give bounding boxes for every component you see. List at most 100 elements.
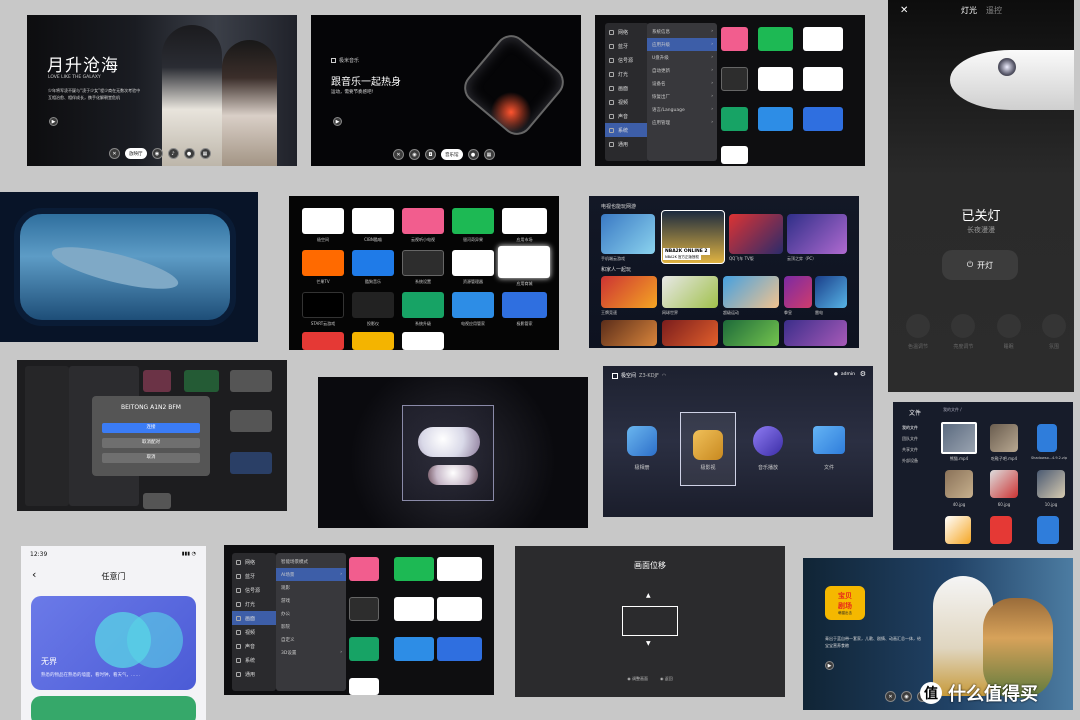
app-iqiyi-icon[interactable] — [758, 27, 793, 51]
app-settings-icon[interactable] — [402, 250, 444, 276]
close-icon[interactable]: ✕ — [900, 5, 908, 16]
file-thumb[interactable] — [945, 516, 971, 544]
shuffle-icon[interactable]: ✕ — [885, 691, 896, 702]
unpair-button[interactable]: 取消配对 — [102, 438, 200, 448]
launcher-item-files[interactable] — [813, 426, 845, 454]
app-files-icon[interactable] — [394, 597, 434, 621]
files-nav-external[interactable]: 外部设备 — [897, 455, 937, 466]
shuffle-icon[interactable]: ✕ — [393, 149, 404, 160]
launcher-item-photos[interactable] — [627, 426, 657, 456]
submenu-app-upgrade[interactable]: 应用升级 › — [647, 38, 717, 51]
play-icon[interactable]: ▶ — [49, 117, 58, 126]
app-jikongjian-icon[interactable] — [302, 208, 344, 234]
app-start-icon[interactable] — [302, 292, 344, 318]
game-tile[interactable] — [662, 320, 718, 346]
app-shield-icon[interactable] — [437, 637, 482, 661]
app-wps-icon[interactable] — [349, 678, 379, 695]
game-tile[interactable] — [729, 214, 783, 254]
launcher-item-music[interactable] — [753, 426, 783, 456]
lamp-control-brightness[interactable]: 亮度调节 — [951, 314, 976, 350]
grid-icon[interactable]: ▦ — [483, 149, 495, 160]
settings-item-network[interactable]: 网络 — [232, 555, 276, 569]
gear-icon[interactable]: ⚙ — [860, 370, 866, 378]
app-cibn-icon[interactable] — [352, 208, 394, 234]
game-tile[interactable] — [601, 276, 657, 308]
camera-icon[interactable]: ◘ — [425, 149, 436, 160]
settings-item-sound[interactable]: 声音 — [605, 109, 649, 123]
file-thumb[interactable] — [990, 424, 1018, 452]
files-nav-team[interactable]: 团队文件 — [897, 433, 937, 444]
app-yellow-icon[interactable] — [352, 332, 394, 350]
app-files-icon[interactable] — [452, 250, 494, 276]
submenu-3d[interactable]: 3D设置 › — [276, 646, 346, 659]
shuffle-icon[interactable]: ✕ — [109, 148, 120, 159]
app-playstore-icon[interactable] — [437, 557, 482, 581]
settings-item-picture[interactable]: 画面 — [232, 611, 276, 625]
cinema-pill[interactable]: 放映厅 — [125, 148, 147, 159]
app-upgrade-icon[interactable] — [349, 637, 379, 661]
arrow-down-icon[interactable]: ▼ — [646, 640, 651, 647]
boundless-card[interactable]: 无界 熟悉的物品在熟悉的墙面，看时钟，看天气，…… — [31, 596, 196, 690]
game-tile[interactable] — [784, 276, 812, 308]
file-thumb[interactable] — [945, 470, 973, 498]
video-file-icon[interactable] — [1037, 516, 1059, 544]
settings-item-video[interactable]: 视频 — [605, 95, 649, 109]
record-icon[interactable]: ◉ — [901, 691, 912, 702]
submenu-auto-update[interactable]: 自动更新 › — [647, 64, 717, 77]
app-shield-icon[interactable] — [502, 292, 547, 318]
app-iqiyi-icon[interactable] — [394, 557, 434, 581]
app-shield-icon[interactable] — [803, 107, 843, 131]
app-files-icon[interactable] — [758, 67, 793, 91]
settings-item-picture[interactable]: 画面 — [605, 81, 649, 95]
file-thumb[interactable] — [1037, 470, 1065, 498]
submenu-app-manage[interactable]: 应用管理 › — [647, 116, 717, 129]
app-bilibili-icon[interactable] — [721, 27, 748, 51]
game-tile[interactable] — [815, 276, 847, 308]
file-thumb[interactable] — [941, 422, 977, 454]
submenu-office[interactable]: 办公 — [276, 607, 346, 620]
record-icon[interactable]: ◉ — [409, 149, 420, 160]
app-market-icon[interactable] — [803, 27, 843, 51]
submenu-scene-mode[interactable]: 智能场景模式 — [276, 555, 346, 568]
files-nav-my[interactable]: 我的文件 — [897, 422, 937, 433]
settings-item-source[interactable]: 信号源 — [605, 53, 649, 67]
settings-item-light[interactable]: 灯光 — [605, 67, 649, 81]
cancel-button[interactable]: 取消 — [102, 453, 200, 463]
app-kugou-icon[interactable] — [352, 250, 394, 276]
app-screencast-icon[interactable] — [302, 332, 344, 350]
game-tile[interactable] — [723, 320, 779, 346]
zip-file-icon[interactable] — [1037, 424, 1057, 452]
submenu-movie[interactable]: 观影 — [276, 581, 346, 594]
app-bilibili-icon[interactable] — [349, 557, 379, 581]
light-on-button[interactable]: ⏻ 开灯 — [942, 250, 1018, 280]
disc-icon[interactable]: ● — [467, 149, 479, 160]
game-tile[interactable] — [723, 276, 779, 308]
pdf-file-icon[interactable] — [990, 516, 1012, 544]
submenu-system-info[interactable]: 系统信息 › — [647, 25, 717, 38]
disc-icon[interactable]: ● — [183, 148, 195, 159]
record-icon[interactable]: ◉ — [151, 148, 163, 159]
submenu-custom[interactable]: 自定义 — [276, 633, 346, 646]
files-nav-shared[interactable]: 共享文件 — [897, 444, 937, 455]
game-tile[interactable] — [601, 320, 657, 346]
app-settings-icon[interactable] — [721, 67, 748, 91]
app-store-icon[interactable] — [803, 67, 843, 91]
music-hall-pill[interactable]: 音乐馆 — [441, 149, 463, 160]
green-card[interactable] — [31, 696, 196, 720]
app-store-icon[interactable] — [498, 246, 550, 278]
game-tile[interactable] — [601, 214, 655, 254]
settings-item-general[interactable]: 通用 — [605, 137, 649, 151]
app-wps-icon[interactable] — [721, 146, 748, 164]
tab-remote[interactable]: 遥控 — [986, 5, 1002, 16]
submenu-cinema[interactable]: 影院 — [276, 620, 346, 633]
connect-button[interactable]: 连接 — [102, 423, 200, 433]
game-tile[interactable] — [662, 276, 718, 308]
app-store-icon[interactable] — [437, 597, 482, 621]
submenu-factory-reset[interactable]: 恢复出厂 › — [647, 90, 717, 103]
app-mango-icon[interactable] — [302, 250, 344, 276]
grid-icon[interactable]: ▦ — [199, 148, 211, 159]
app-bilibili-tv-icon[interactable] — [402, 208, 444, 234]
file-thumb[interactable] — [990, 470, 1018, 498]
settings-item-bluetooth[interactable]: 蓝牙 — [232, 569, 276, 583]
app-manager-icon[interactable] — [394, 637, 434, 661]
